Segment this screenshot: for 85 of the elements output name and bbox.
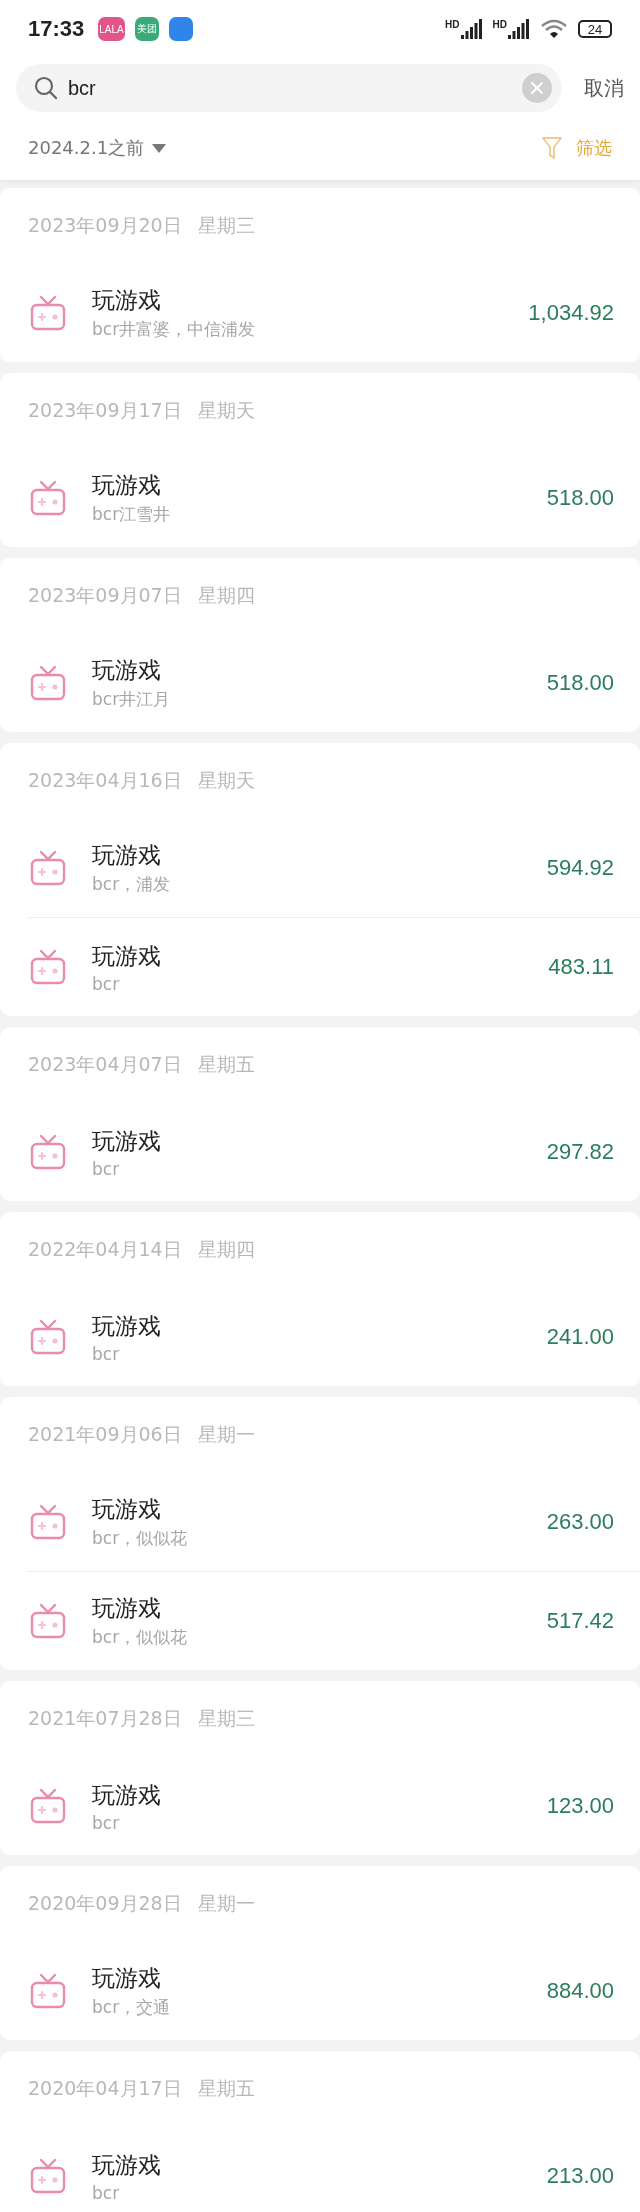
tv-icon [30, 664, 66, 702]
category-label: 玩游戏 [92, 471, 162, 500]
tv-icon [30, 294, 66, 332]
category-label: 玩游戏 [92, 941, 162, 971]
wifi-icon [540, 18, 568, 40]
note-text: bcr，似似花 [92, 1626, 189, 1649]
network-label: HD [445, 19, 460, 30]
category-label: 玩游戏 [92, 1964, 162, 1993]
note-text: bcr，交通 [92, 1996, 172, 2019]
tv-icon [30, 1602, 66, 1640]
date-label: 2020年04月17日 [28, 2076, 182, 2101]
amount: 297.82 [546, 1139, 614, 1165]
category-label: 玩游戏 [92, 656, 162, 685]
weekday-label: 星期天 [197, 398, 255, 423]
note-text: bcr江雪井 [92, 503, 172, 526]
date-label: 2022年04月14日 [28, 1237, 182, 1262]
weekday-label: 星期五 [197, 2076, 255, 2101]
category-label: 玩游戏 [92, 1780, 162, 1810]
tv-icon [30, 849, 66, 887]
date-label: 2020年09月28日 [28, 1891, 182, 1916]
funnel-icon [542, 136, 562, 160]
note-text: bcr井富婆，中信浦发 [92, 318, 257, 341]
tv-icon [30, 2157, 66, 2195]
search-icon [34, 76, 58, 100]
date-label: 2023年09月07日 [28, 583, 182, 608]
app-badge: LALA [98, 17, 125, 41]
tv-icon [30, 1318, 66, 1356]
weekday-label: 星期一 [197, 1891, 255, 1916]
amount: 517.42 [546, 1608, 614, 1634]
tv-icon [30, 1133, 66, 1171]
category-label: 玩游戏 [92, 1126, 162, 1156]
search-text: bcr [68, 76, 97, 100]
signal-icon [460, 19, 483, 39]
category-label: 玩游戏 [92, 2150, 162, 2180]
category-label: 玩游戏 [92, 841, 162, 870]
weekday-label: 星期三 [197, 213, 255, 238]
tv-icon [30, 1972, 66, 2010]
category-label: 玩游戏 [92, 1594, 162, 1623]
amount: 884.00 [546, 1978, 614, 2004]
amount: 1,034.92 [528, 300, 614, 326]
category-label: 玩游戏 [92, 1311, 162, 1341]
clear-icon[interactable] [522, 73, 552, 103]
weekday-label: 星期五 [197, 1052, 255, 1077]
cancel-button[interactable]: 取消 [584, 74, 624, 102]
weekday-label: 星期一 [197, 1422, 255, 1447]
date-label: 2023年04月07日 [28, 1052, 182, 1077]
category-label: 玩游戏 [92, 286, 162, 315]
weekday-label: 星期四 [197, 1237, 255, 1262]
signal-icon [508, 19, 530, 39]
note-text: bcr [92, 1343, 121, 1364]
network-label: HD [492, 19, 507, 30]
amount: 518.00 [546, 485, 614, 511]
tv-icon [30, 1787, 66, 1825]
tv-icon [30, 948, 66, 986]
search-field[interactable]: bcr [16, 64, 562, 112]
note-text: bcr [92, 1158, 121, 1179]
amount: 213.00 [546, 2163, 614, 2189]
weekday-label: 星期天 [197, 768, 255, 793]
date-label: 2023年09月17日 [28, 398, 182, 423]
weekday-label: 星期三 [197, 1706, 255, 1731]
amount: 241.00 [546, 1324, 614, 1350]
amount: 263.00 [546, 1509, 614, 1535]
date-range-dropdown[interactable]: 2024.2.1之前 [28, 136, 167, 160]
note-text: bcr，浦发 [92, 873, 172, 896]
date-label: 2021年07月28日 [28, 1706, 182, 1731]
date-label: 2023年09月20日 [28, 213, 182, 238]
weekday-label: 星期四 [197, 583, 255, 608]
note-text: bcr [92, 973, 121, 994]
tv-icon [30, 479, 66, 517]
date-label: 2023年04月16日 [28, 768, 182, 793]
amount: 518.00 [546, 670, 614, 696]
note-text: bcr [92, 1812, 121, 1833]
tv-icon [30, 1503, 66, 1541]
app-badge: 美团 [134, 17, 159, 41]
clock: 17:33 [28, 16, 85, 42]
date-label: 2021年09月06日 [28, 1422, 182, 1447]
note-text: bcr，似似花 [92, 1527, 189, 1550]
note-text: bcr井江月 [92, 688, 172, 711]
category-label: 玩游戏 [92, 1495, 162, 1524]
amount: 123.00 [546, 1793, 614, 1819]
battery-indicator: 24 [578, 20, 612, 38]
caret-icon [152, 143, 167, 153]
note-text: bcr [92, 2182, 121, 2203]
amount: 594.92 [546, 855, 614, 881]
amount: 483.11 [548, 954, 614, 980]
